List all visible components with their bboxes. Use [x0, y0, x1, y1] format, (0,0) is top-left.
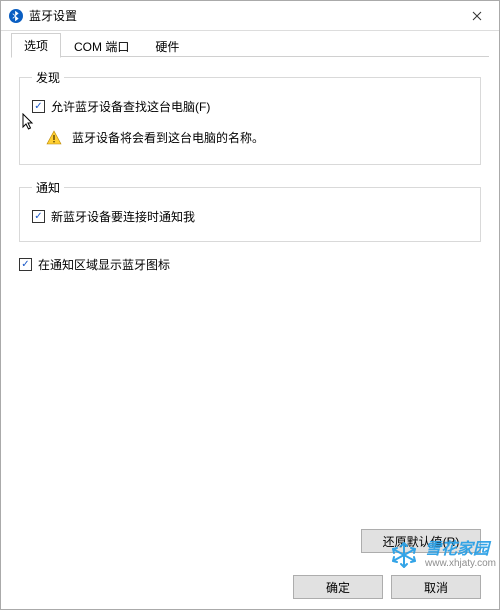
cursor-icon [22, 113, 38, 133]
checkbox-allow-discovery[interactable]: ✓ [32, 100, 45, 113]
footer: 还原默认值(R) 确定 取消 [1, 529, 499, 609]
tab-content-options: 发现 ✓ 允许蓝牙设备查找这台电脑(F) [1, 57, 499, 529]
titlebar: 蓝牙设置 [1, 1, 499, 31]
cancel-button[interactable]: 取消 [391, 575, 481, 599]
restore-defaults-button[interactable]: 还原默认值(R) [361, 529, 481, 553]
close-button[interactable] [455, 1, 499, 31]
tab-strip: 选项 COM 端口 硬件 [1, 31, 499, 57]
tab-hardware[interactable]: 硬件 [142, 34, 192, 58]
checkbox-show-tray-icon-label: 在通知区域显示蓝牙图标 [38, 256, 170, 273]
bluetooth-settings-window: 蓝牙设置 选项 COM 端口 硬件 发现 ✓ 允许蓝牙设备查找这台电脑(F) [0, 0, 500, 610]
discover-info-text: 蓝牙设备将会看到这台电脑的名称。 [72, 129, 264, 146]
window-title: 蓝牙设置 [29, 7, 77, 24]
tab-options[interactable]: 选项 [11, 33, 61, 58]
checkbox-allow-discovery-label: 允许蓝牙设备查找这台电脑(F) [51, 98, 210, 115]
group-discover-legend: 发现 [32, 69, 64, 86]
warning-icon [46, 130, 62, 146]
checkbox-notify-new-device[interactable]: ✓ [32, 210, 45, 223]
group-discover: 发现 ✓ 允许蓝牙设备查找这台电脑(F) [19, 69, 481, 165]
tab-com-ports[interactable]: COM 端口 [61, 34, 142, 58]
group-notify-legend: 通知 [32, 179, 64, 196]
bluetooth-icon [9, 9, 23, 23]
ok-button[interactable]: 确定 [293, 575, 383, 599]
checkbox-show-tray-icon[interactable]: ✓ [19, 258, 32, 271]
checkbox-notify-new-device-label: 新蓝牙设备要连接时通知我 [51, 208, 195, 225]
group-notify: 通知 ✓ 新蓝牙设备要连接时通知我 [19, 179, 481, 242]
